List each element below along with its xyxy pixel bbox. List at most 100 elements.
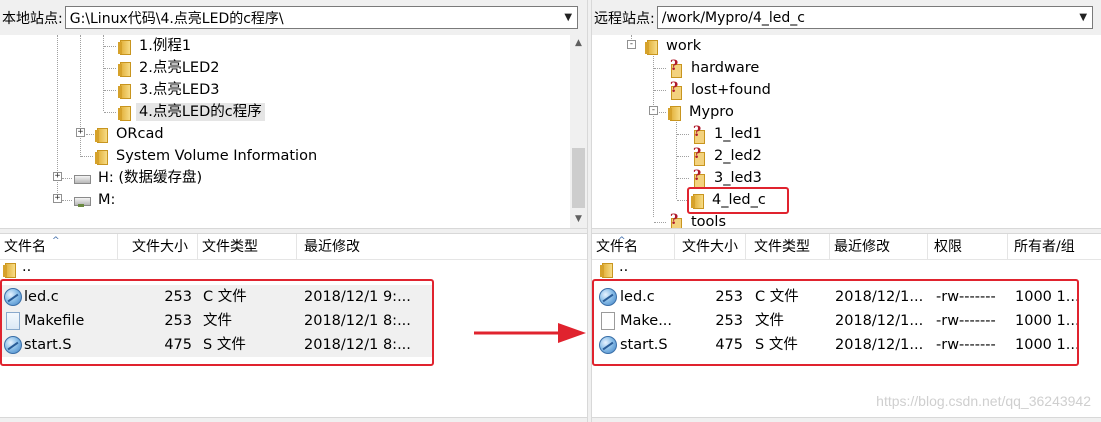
tree-item-drive-h[interactable]: H: (数据缓存盘): [73, 167, 205, 189]
remote-path-input[interactable]: [657, 7, 1075, 28]
expand-plus-icon[interactable]: +: [76, 128, 85, 137]
tree-item-hardware[interactable]: ? hardware: [668, 57, 762, 79]
list-item-parent[interactable]: ..: [592, 259, 1092, 285]
remote-site-label: 远程站点:: [594, 10, 655, 27]
tree-item-mypro[interactable]: Mypro: [668, 101, 737, 123]
tree-item-label: 2_led2: [714, 148, 762, 164]
file-modified: 2018/12/1...: [835, 313, 924, 329]
c-file-icon: [4, 288, 22, 306]
column-header-type[interactable]: 文件类型: [198, 234, 297, 260]
folder-icon: [668, 104, 682, 121]
scrollbar-thumb[interactable]: [572, 148, 585, 208]
table-row[interactable]: led.c 253 C 文件 2018/12/1 9:...: [2, 285, 432, 309]
tree-item-local-3[interactable]: 3.点亮LED3: [118, 79, 222, 101]
tree-item-system-volume[interactable]: System Volume Information: [95, 145, 320, 167]
chevron-down-icon[interactable]: ▼: [1075, 7, 1092, 28]
file-size: 253: [715, 289, 743, 305]
column-header-size[interactable]: 文件大小: [678, 234, 746, 260]
unknown-folder-icon: ?: [668, 80, 682, 100]
tree-item-label: 3_led3: [714, 170, 762, 186]
chevron-down-icon[interactable]: ▼: [560, 7, 577, 28]
expand-plus-icon[interactable]: +: [53, 194, 62, 203]
transfer-arrow-icon: [474, 323, 586, 343]
table-row[interactable]: Makefile 253 文件 2018/12/1 8:...: [2, 309, 432, 333]
column-header-filename[interactable]: 文件名 ^: [0, 234, 118, 260]
unknown-folder-icon: ?: [691, 168, 705, 188]
tree-item-label: lost+found: [691, 82, 771, 98]
local-site-pane: 本地站点: ▼ 1.例程1 2.点亮LED2 3.点亮LED3: [0, 0, 587, 422]
file-permissions: -rw-------: [936, 289, 996, 305]
column-header-size[interactable]: 文件大小: [128, 234, 198, 260]
file-type: C 文件: [755, 289, 799, 305]
tree-item-label: tools: [691, 214, 727, 228]
collapse-minus-icon[interactable]: -: [627, 40, 636, 49]
remote-path-combo[interactable]: ▼: [656, 6, 1093, 29]
collapse-minus-icon[interactable]: -: [649, 106, 658, 115]
local-site-label: 本地站点:: [2, 10, 63, 27]
tree-item-label: 3.点亮LED3: [139, 82, 220, 98]
tree-item-label: H: (数据缓存盘): [98, 170, 203, 186]
tree-connector: [104, 90, 116, 91]
file-name: led.c: [24, 289, 59, 305]
scroll-up-icon[interactable]: ▲: [570, 35, 587, 52]
tree-item-drive-m[interactable]: M:: [73, 189, 118, 211]
file-name: ..: [619, 259, 629, 275]
unknown-folder-icon: ?: [691, 124, 705, 144]
expand-plus-icon[interactable]: +: [53, 172, 62, 181]
column-label: 文件名: [596, 239, 638, 255]
tree-item-orcad[interactable]: ORcad: [95, 123, 167, 145]
tree-item-local-1[interactable]: 1.例程1: [118, 35, 194, 57]
tree-item-3-led3[interactable]: ? 3_led3: [691, 167, 765, 189]
tree-item-lost-found[interactable]: ? lost+found: [668, 79, 774, 101]
tree-item-1-led1[interactable]: ? 1_led1: [691, 123, 765, 145]
local-tree-scrollbar[interactable]: ▲ ▼: [570, 35, 587, 228]
file-modified: 2018/12/1 8:...: [304, 313, 411, 329]
tree-item-2-led2[interactable]: ? 2_led2: [691, 145, 765, 167]
hard-drive-icon: [73, 171, 91, 185]
tree-connector: [80, 35, 81, 157]
tree-item-local-4[interactable]: 4.点亮LED的c程序: [118, 101, 265, 123]
tree-connector: [81, 156, 93, 157]
file-name: start.S: [620, 337, 668, 353]
column-header-owner[interactable]: 所有者/组: [1010, 234, 1101, 260]
local-path-input[interactable]: [65, 7, 560, 28]
tree-connector: [62, 178, 72, 179]
file-type: C 文件: [203, 289, 247, 305]
column-header-modified[interactable]: 最近修改: [830, 234, 928, 260]
table-row[interactable]: Make... 253 文件 2018/12/1... -rw------- 1…: [596, 309, 1079, 333]
tree-item-label: 1.例程1: [139, 38, 192, 54]
remote-site-pane: 远程站点: ▼ - work ? hardware ? lost+found: [592, 0, 1101, 422]
scroll-down-icon[interactable]: ▼: [570, 211, 587, 228]
tree-connector: [677, 178, 689, 179]
file-modified: 2018/12/1 9:...: [304, 289, 411, 305]
tree-connector: [677, 200, 689, 201]
table-row[interactable]: start.S 475 S 文件 2018/12/1... -rw-------…: [596, 333, 1079, 357]
table-row[interactable]: start.S 475 S 文件 2018/12/1 8:...: [2, 333, 432, 357]
column-header-modified[interactable]: 最近修改: [300, 234, 420, 260]
tree-item-4-led-c[interactable]: 4_led_c: [691, 189, 769, 211]
tree-item-label: work: [666, 38, 702, 54]
tree-item-tools[interactable]: ? tools: [668, 211, 729, 228]
column-header-filename[interactable]: 文件名 ^: [592, 234, 675, 260]
document-icon: [601, 312, 615, 330]
status-strip: [0, 417, 587, 422]
column-header-permissions[interactable]: 权限: [930, 234, 1008, 260]
file-permissions: -rw-------: [936, 313, 996, 329]
tree-item-local-2[interactable]: 2.点亮LED2: [118, 57, 222, 79]
list-item-parent[interactable]: ..: [0, 259, 580, 285]
c-file-icon: [599, 288, 617, 306]
file-modified: 2018/12/1...: [835, 337, 924, 353]
tree-item-label: System Volume Information: [116, 148, 318, 164]
table-row[interactable]: led.c 253 C 文件 2018/12/1... -rw------- 1…: [596, 285, 1079, 309]
local-path-combo[interactable]: ▼: [64, 6, 578, 29]
tree-item-work[interactable]: work: [645, 35, 704, 57]
watermark: https://blog.csdn.net/qq_36243942: [876, 393, 1091, 409]
local-directory-tree: 1.例程1 2.点亮LED2 3.点亮LED3 4.点亮LED的c程序 + OR…: [0, 35, 568, 228]
local-file-list-header: 文件名 ^ 文件大小 文件类型 最近修改: [0, 234, 587, 260]
file-modified: 2018/12/1...: [835, 289, 924, 305]
sort-ascending-icon: ^: [52, 236, 60, 246]
tree-connector: [104, 68, 116, 69]
tree-item-label: Mypro: [689, 104, 734, 120]
column-header-type[interactable]: 文件类型: [750, 234, 830, 260]
file-type: 文件: [755, 313, 784, 329]
